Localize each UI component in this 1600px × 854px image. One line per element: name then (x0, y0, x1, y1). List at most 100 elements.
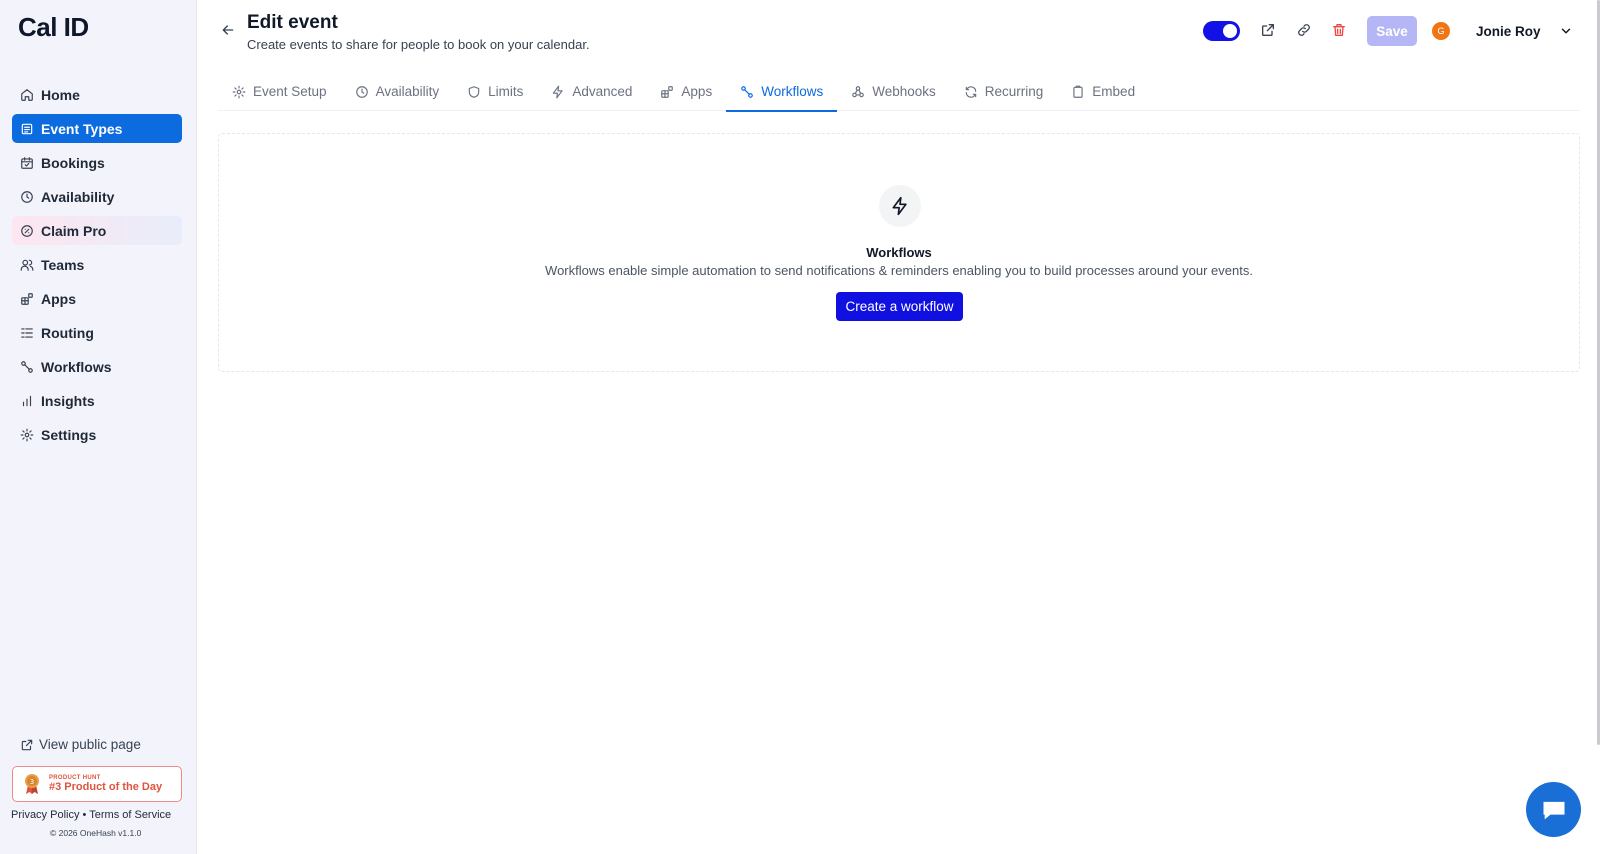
sidebar-item-apps[interactable]: Apps (12, 284, 182, 313)
sidebar-item-settings[interactable]: Settings (12, 420, 182, 449)
shield-icon (467, 85, 481, 99)
gear-icon (20, 428, 34, 442)
copyright: © 2026 OneHash v1.1.0 (50, 828, 142, 838)
empty-state-title: Workflows (866, 245, 932, 260)
privacy-policy-link[interactable]: Privacy Policy (11, 809, 79, 821)
sidebar-item-event-types[interactable]: Event Types (12, 114, 182, 143)
sidebar-nav: Home Event Types Bookings Availability C… (12, 80, 182, 454)
badge-big-text: #3 Product of the Day (49, 781, 163, 793)
sidebar-item-label: Settings (41, 426, 97, 443)
bolt-icon (892, 196, 907, 216)
tab-advanced[interactable]: Advanced (537, 73, 646, 110)
tab-recurring[interactable]: Recurring (950, 73, 1058, 110)
empty-state-description: Workflows enable simple automation to se… (545, 263, 1253, 278)
home-icon (20, 88, 34, 102)
sidebar-item-claim-pro[interactable]: Claim Pro (12, 216, 182, 245)
event-types-icon (20, 122, 34, 136)
calendar-icon (20, 156, 34, 170)
tab-label: Event Setup (253, 84, 327, 99)
clipboard-icon (1071, 85, 1085, 99)
sidebar-item-label: Insights (41, 392, 95, 409)
tab-event-setup[interactable]: Event Setup (218, 73, 341, 110)
sidebar-item-home[interactable]: Home (12, 80, 182, 109)
sidebar-item-label: Routing (41, 324, 94, 341)
tab-label: Limits (488, 84, 524, 99)
bolt-icon (551, 85, 565, 99)
sidebar-item-label: Apps (41, 290, 76, 307)
medal-icon: 3 (25, 774, 39, 794)
chart-icon (20, 394, 34, 408)
routing-icon (20, 326, 34, 340)
arrow-left-icon (222, 25, 234, 35)
save-button[interactable]: Save (1367, 16, 1417, 46)
tab-embed[interactable]: Embed (1057, 73, 1149, 110)
avatar[interactable]: G (1432, 22, 1450, 40)
tab-webhooks[interactable]: Webhooks (837, 73, 950, 110)
external-link-icon (1262, 24, 1274, 36)
user-name[interactable]: Jonie Roy (1476, 24, 1541, 39)
tab-label: Webhooks (872, 84, 936, 99)
sidebar-item-label: Claim Pro (41, 222, 107, 239)
users-icon (20, 258, 34, 272)
user-menu-toggle[interactable] (1559, 24, 1573, 38)
view-public-page-link[interactable]: View public page (20, 737, 141, 752)
create-workflow-button[interactable]: Create a workflow (836, 292, 963, 321)
clock-icon (20, 190, 34, 204)
tab-label: Advanced (572, 84, 633, 99)
page-title: Edit event (247, 12, 338, 33)
product-hunt-badge[interactable]: 3 PRODUCT HUNT #3 Product of the Day (12, 766, 182, 802)
sidebar-item-routing[interactable]: Routing (12, 318, 182, 347)
sidebar-item-label: Home (41, 86, 80, 103)
tab-apps[interactable]: Apps (646, 73, 726, 110)
sidebar-item-bookings[interactable]: Bookings (12, 148, 182, 177)
gear-icon (232, 85, 246, 99)
sidebar-item-workflows[interactable]: Workflows (12, 352, 182, 381)
chat-widget-button[interactable] (1526, 782, 1581, 837)
sidebar-item-label: Teams (41, 256, 85, 273)
workflow-icon (740, 85, 754, 99)
tab-label: Availability (375, 84, 440, 99)
chat-icon (1543, 801, 1564, 819)
apps-icon (20, 292, 34, 306)
event-tabs: Event Setup Availability Limits Advanced… (218, 73, 1580, 112)
page-subtitle: Create events to share for people to boo… (247, 37, 590, 52)
claim-pro-icon (20, 224, 34, 238)
terms-of-service-link[interactable]: Terms of Service (89, 809, 171, 821)
copy-link-button[interactable] (1296, 22, 1314, 40)
tab-label: Apps (681, 84, 713, 99)
webhook-icon (851, 85, 865, 99)
chevron-down-icon (1561, 28, 1571, 34)
empty-state-icon-circle (879, 185, 921, 227)
tab-label: Workflows (761, 84, 824, 99)
footer-links: Privacy Policy • Terms of Service (11, 809, 171, 821)
sidebar-item-insights[interactable]: Insights (12, 386, 182, 415)
trash-icon (1333, 24, 1345, 36)
apps-icon (660, 85, 674, 99)
preview-button[interactable] (1260, 22, 1278, 40)
refresh-icon (964, 85, 978, 99)
app-logo[interactable]: Cal ID (18, 12, 89, 43)
tab-label: Recurring (984, 84, 1044, 99)
sidebar-item-label: Event Types (41, 120, 123, 137)
external-link-icon (21, 739, 33, 750)
sidebar: Cal ID Home Event Types Bookings Availab… (0, 0, 197, 854)
tab-workflows[interactable]: Workflows (726, 73, 838, 112)
sidebar-item-label: Availability (41, 188, 115, 205)
medal-number: 3 (30, 778, 34, 786)
clock-icon (355, 85, 369, 99)
workflows-empty-state: Workflows Workflows enable simple automa… (218, 133, 1580, 372)
delete-button[interactable] (1331, 22, 1349, 40)
tab-availability[interactable]: Availability (341, 73, 454, 110)
sidebar-item-label: Bookings (41, 154, 105, 171)
workflow-icon (20, 360, 34, 374)
sidebar-item-availability[interactable]: Availability (12, 182, 182, 211)
view-public-label: View public page (39, 737, 141, 752)
sidebar-item-teams[interactable]: Teams (12, 250, 182, 279)
link-icon (1298, 24, 1310, 36)
sidebar-item-label: Workflows (41, 358, 112, 375)
tab-label: Embed (1092, 84, 1136, 99)
event-enabled-toggle[interactable] (1203, 21, 1240, 41)
footer-separator: • (82, 809, 87, 821)
back-button[interactable] (220, 22, 238, 40)
tab-limits[interactable]: Limits (453, 73, 537, 110)
